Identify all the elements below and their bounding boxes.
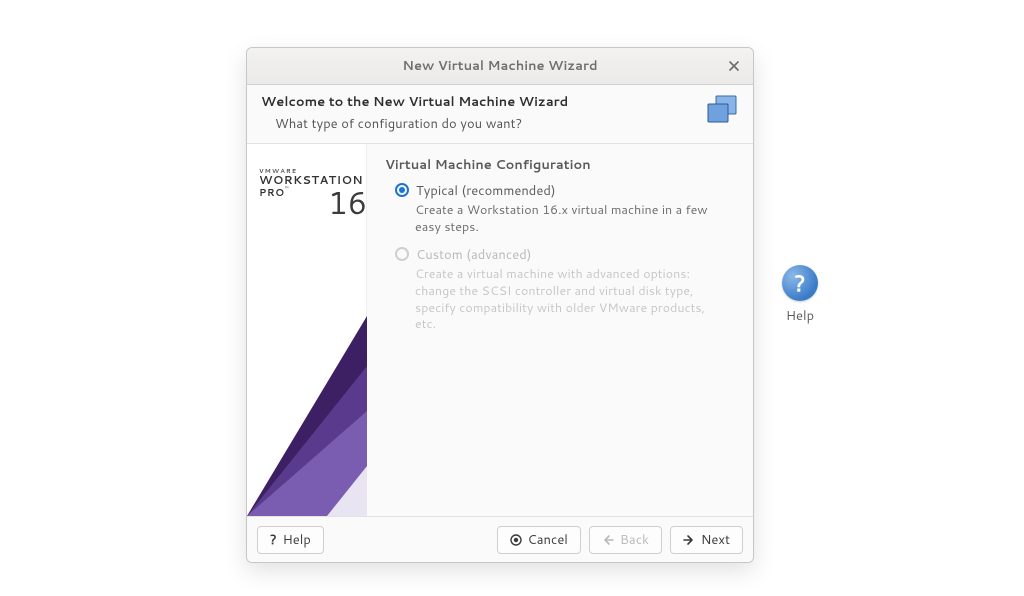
dialog-footer: ? Help Cancel Back Next: [247, 516, 753, 562]
radio-typical[interactable]: [395, 183, 409, 197]
banner-graphic: [247, 236, 367, 516]
dialog-subheading: What type of configuration do you want?: [275, 115, 568, 133]
next-button[interactable]: Next: [670, 526, 743, 554]
arrow-left-icon: [602, 534, 614, 546]
dialog-titlebar: New Virtual Machine Wizard: [247, 48, 753, 85]
cancel-icon: [510, 534, 522, 546]
help-icon: ?: [270, 531, 277, 549]
arrow-right-icon: [683, 534, 695, 546]
banner-version: 16: [328, 180, 367, 224]
cancel-button[interactable]: Cancel: [497, 526, 581, 554]
config-content: Virtual Machine Configuration Typical (r…: [367, 144, 753, 516]
config-section-title: Virtual Machine Configuration: [385, 156, 735, 174]
config-option-custom: Custom (advanced) Create a virtual machi…: [385, 246, 735, 334]
back-button-label: Back: [620, 531, 649, 549]
dialog-header: Welcome to the New Virtual Machine Wizar…: [247, 85, 753, 143]
banner-brand-sub: PRO: [259, 186, 285, 200]
dialog-heading: Welcome to the New Virtual Machine Wizar…: [261, 93, 568, 111]
radio-typical-desc: Create a Workstation 16.x virtual machin…: [415, 202, 725, 236]
product-banner: VMWARE WORKSTATION PRO™ 16: [247, 144, 367, 516]
close-icon: [729, 61, 739, 71]
radio-typical-label: Typical (recommended): [416, 182, 556, 200]
back-button: Back: [589, 526, 662, 554]
radio-custom-label: Custom (advanced): [416, 246, 532, 264]
help-button[interactable]: ? Help: [257, 526, 324, 554]
help-icon: ?: [782, 265, 818, 301]
cancel-button-label: Cancel: [528, 531, 568, 549]
radio-custom: [395, 247, 409, 261]
next-button-label: Next: [701, 531, 730, 549]
help-button-label: Help: [283, 531, 311, 549]
desktop-help-label: Help: [786, 307, 814, 325]
dialog-title: New Virtual Machine Wizard: [402, 57, 597, 75]
close-button[interactable]: [723, 55, 745, 77]
config-option-typical[interactable]: Typical (recommended) Create a Workstati…: [385, 182, 735, 236]
new-vm-wizard-dialog: New Virtual Machine Wizard Welcome to th…: [246, 47, 754, 563]
vm-icon: [705, 95, 739, 130]
radio-custom-desc: Create a virtual machine with advanced o…: [415, 266, 725, 334]
desktop-help-item[interactable]: ? Help: [772, 265, 828, 325]
banner-tm: ™: [285, 184, 289, 193]
